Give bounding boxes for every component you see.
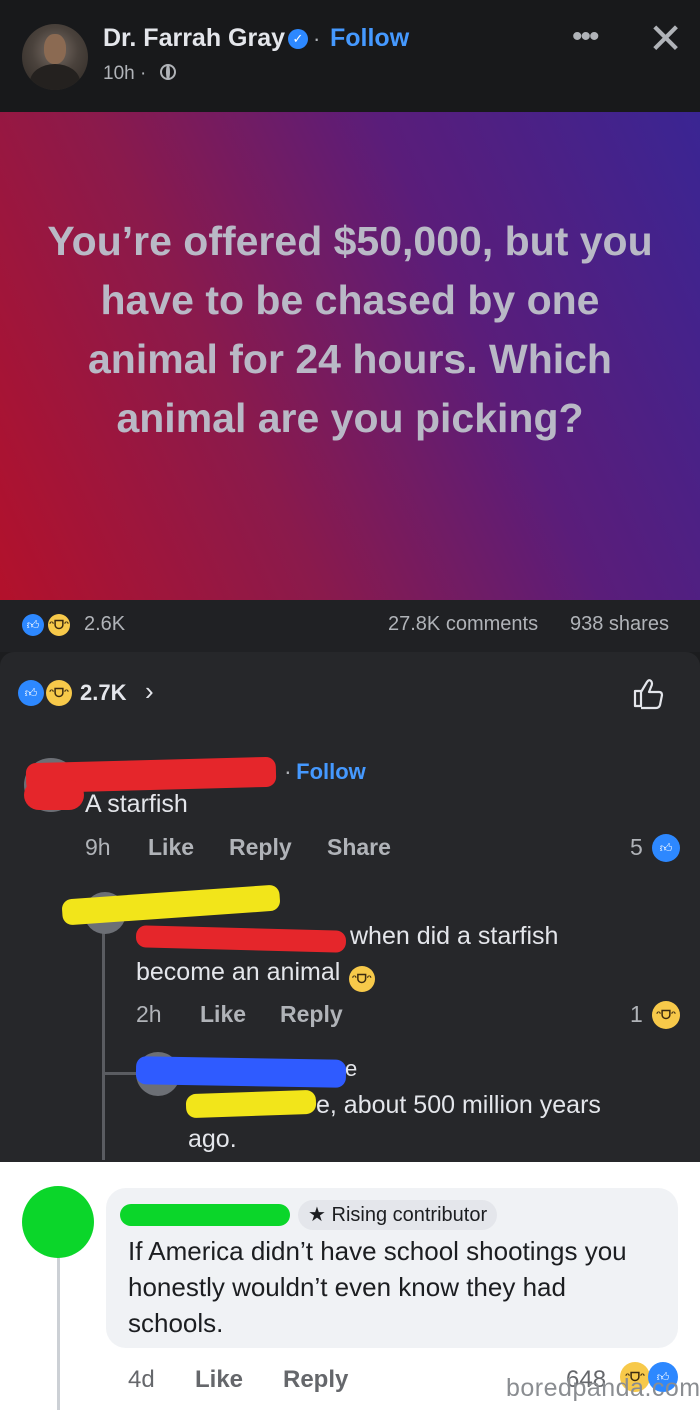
comment-like-button[interactable]: Like xyxy=(148,834,194,861)
star-icon: ★ xyxy=(308,1204,326,1226)
comment-follow-row: · Follow xyxy=(284,758,366,785)
comment-text: If America didn’t have school shootings … xyxy=(128,1236,627,1338)
comment-reaction-count: 1 xyxy=(630,1001,643,1027)
watermark: boredpanda.com xyxy=(506,1374,700,1402)
chevron-right-icon[interactable]: › xyxy=(145,676,154,707)
comment-avatar[interactable] xyxy=(22,1186,94,1258)
panel-reaction-count[interactable]: 2.7K xyxy=(80,680,126,706)
comment-like-button[interactable]: Like xyxy=(195,1366,243,1394)
separator-dot: · xyxy=(313,26,321,51)
comment-text: A starfish xyxy=(85,790,188,818)
banner-text: You’re offered $50,000, but you have to … xyxy=(47,218,653,441)
like-reaction-icon: 👍︎ xyxy=(18,680,44,706)
shares-count[interactable]: 938 shares xyxy=(570,613,669,636)
post-banner: You’re offered $50,000, but you have to … xyxy=(0,112,700,600)
comment-text: become an animal xyxy=(136,958,341,986)
haha-reaction-icon: ᵔᗜᵔ xyxy=(652,1001,680,1029)
like-reaction-icon: 👍︎ xyxy=(22,614,44,636)
comment-reply-button[interactable]: Reply xyxy=(283,1366,348,1394)
like-reaction-icon: 👍︎ xyxy=(652,834,680,862)
laughing-emoji-icon: ᵔᗜᵔ xyxy=(348,966,375,992)
post-header xyxy=(0,0,700,112)
comment-like-button[interactable]: Like xyxy=(200,1001,246,1028)
reaction-count[interactable]: 2.6K xyxy=(84,613,125,636)
comment-time: 9h xyxy=(85,834,111,860)
author-avatar[interactable] xyxy=(22,24,88,90)
comment-reaction-count: 5 xyxy=(630,834,643,860)
redaction-mark xyxy=(24,780,84,810)
more-icon[interactable]: ••• xyxy=(572,20,599,54)
globe-icon xyxy=(160,64,176,80)
rising-contributor-badge: ★ Rising contributor xyxy=(298,1200,498,1230)
post-time-separator: · xyxy=(139,63,147,84)
comment-reply-button[interactable]: Reply xyxy=(280,1001,343,1028)
comments-count[interactable]: 27.8K comments xyxy=(388,613,538,636)
comment-text-line: become an animal ᵔᗜᵔ xyxy=(136,958,375,992)
post-time-row: 10h · xyxy=(103,63,146,85)
follow-button[interactable]: Follow xyxy=(330,24,409,53)
comment-text: ago. xyxy=(188,1125,237,1153)
comment-author-fragment: e xyxy=(345,1056,358,1081)
comment-text: e, about 500 million years xyxy=(316,1091,601,1119)
redaction-mark xyxy=(135,1056,347,1088)
comment-time: 2h xyxy=(136,1001,162,1027)
verified-badge-icon: ✓ xyxy=(288,29,308,49)
badge-label: Rising contributor xyxy=(331,1204,488,1226)
comment-time: 4d xyxy=(128,1366,155,1393)
haha-reaction-icon: ᵔᗜᵔ xyxy=(48,614,70,636)
haha-reaction-icon: ᵔᗜᵔ xyxy=(46,680,72,706)
close-icon[interactable]: ✕ xyxy=(648,14,683,63)
comment-share-button[interactable]: Share xyxy=(327,834,391,861)
thumbs-up-icon[interactable] xyxy=(632,676,666,710)
thread-line xyxy=(102,920,105,1160)
redaction-mark xyxy=(185,1089,317,1119)
separator-dot: · xyxy=(284,758,292,784)
redaction-mark xyxy=(120,1204,290,1226)
comment-reply-button[interactable]: Reply xyxy=(229,834,292,861)
author-name[interactable]: Dr. Farrah Gray xyxy=(103,24,285,53)
follow-button[interactable]: Follow xyxy=(296,759,366,784)
comment-text: when did a starfish xyxy=(350,922,559,950)
post-time: 10h xyxy=(103,63,135,84)
